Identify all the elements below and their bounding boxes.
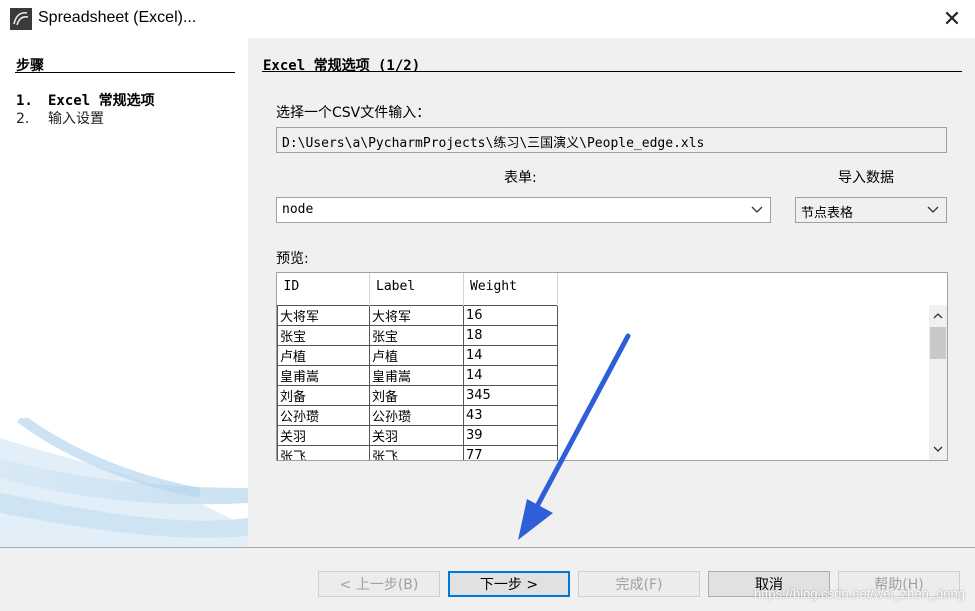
preview-label: 预览: [276, 251, 309, 267]
table-cell: 卢植 [277, 344, 370, 366]
close-icon: ✕ [942, 6, 962, 31]
table-cell: 关羽 [277, 424, 370, 446]
vertical-scrollbar[interactable] [929, 305, 947, 460]
steps-divider [15, 72, 235, 73]
table-cell: 14 [463, 344, 558, 366]
title-bar: Spreadsheet (Excel)... ✕ [0, 0, 975, 38]
close-button[interactable]: ✕ [929, 0, 975, 38]
table-cell: 18 [463, 324, 558, 346]
table-row: 关羽 关羽 39 [277, 424, 558, 446]
table-cell: 345 [463, 384, 558, 406]
table-cell: 公孙瓒 [369, 404, 464, 426]
table-cell: 皇甫嵩 [277, 364, 370, 386]
table-row: 刘备 刘备 345 [277, 384, 558, 406]
file-path-field[interactable]: D:\Users\a\PycharmProjects\练习\三国演义\Peopl… [276, 127, 947, 153]
csv-input-label: 选择一个CSV文件输入： [276, 105, 431, 121]
import-data-label: 导入数据 [838, 170, 894, 186]
scroll-up-icon[interactable] [931, 309, 945, 323]
scroll-down-icon[interactable] [931, 442, 945, 456]
table-cell: 张飞 [369, 444, 464, 460]
step-label: Excel 常规选项 [48, 93, 155, 109]
previous-button[interactable]: < 上一步(B) [318, 571, 440, 597]
table-cell: 皇甫嵩 [369, 364, 464, 386]
column-header-weight[interactable]: Weight [463, 273, 558, 305]
table-cell: 卢植 [369, 344, 464, 366]
column-header-label[interactable]: Label [369, 273, 464, 305]
table-cell: 公孙瓒 [277, 404, 370, 426]
finish-button[interactable]: 完成(F) [578, 571, 700, 597]
table-cell: 77 [463, 444, 558, 460]
panel-header: Excel 常规选项 (1/2) [263, 58, 421, 74]
preview-table-container[interactable]: ID Label Weight 大将军 大将军 16 张宝 张宝 18 卢植 卢植 14 皇… [276, 272, 948, 461]
panel-divider [262, 71, 962, 72]
column-header-id[interactable]: ID [277, 273, 370, 305]
options-panel: Excel 常规选项 (1/2) 选择一个CSV文件输入： D:\Users\a… [248, 38, 975, 547]
import-type-value: 节点表格 [801, 206, 854, 221]
gephi-app-icon [10, 8, 32, 30]
table-row: 张飞 张飞 77 [277, 444, 558, 460]
table-cell: 刘备 [369, 384, 464, 406]
chevron-down-icon [927, 206, 939, 213]
decorative-swoosh [0, 418, 248, 547]
window-title: Spreadsheet (Excel)... [38, 9, 197, 26]
table-row: 皇甫嵩 皇甫嵩 14 [277, 364, 558, 386]
table-cell: 关羽 [369, 424, 464, 446]
table-cell: 大将军 [369, 304, 464, 326]
steps-pane: 步骤 1. Excel 常规选项 2. 输入设置 [0, 38, 248, 547]
sheet-select-value: node [282, 202, 314, 217]
table-cell: 张宝 [277, 324, 370, 346]
table-cell: 张飞 [277, 444, 370, 460]
step-number: 2. [16, 111, 30, 127]
step-item-input-settings: 2. 输入设置 [16, 108, 104, 128]
table-cell: 39 [463, 424, 558, 446]
table-cell: 16 [463, 304, 558, 326]
step-item-excel-options: 1. Excel 常规选项 [16, 90, 155, 110]
table-cell: 刘备 [277, 384, 370, 406]
scrollbar-thumb[interactable] [930, 327, 946, 359]
table-cell: 14 [463, 364, 558, 386]
sheet-select[interactable]: node [276, 197, 771, 223]
step-number: 1. [16, 93, 33, 109]
sheet-label: 表单: [504, 170, 537, 186]
step-label: 输入设置 [48, 111, 104, 127]
import-type-select[interactable]: 节点表格 [795, 197, 947, 223]
table-row: 公孙瓒 公孙瓒 43 [277, 404, 558, 426]
watermark-text: https://blog.csdn.net/wei_zhen_dong [753, 586, 965, 601]
table-cell: 43 [463, 404, 558, 426]
next-button[interactable]: 下一步 > [448, 571, 570, 597]
preview-table: ID Label Weight 大将军 大将军 16 张宝 张宝 18 卢植 卢植 14 皇… [277, 273, 558, 460]
table-cell: 大将军 [277, 304, 370, 326]
table-cell: 张宝 [369, 324, 464, 346]
table-row: 大将军 大将军 16 [277, 304, 558, 326]
chevron-down-icon [751, 206, 763, 213]
button-bar: < 上一步(B) 下一步 > 完成(F) 取消 帮助(H) https://bl… [0, 547, 975, 611]
table-row: 张宝 张宝 18 [277, 324, 558, 346]
table-row: 卢植 卢植 14 [277, 344, 558, 366]
